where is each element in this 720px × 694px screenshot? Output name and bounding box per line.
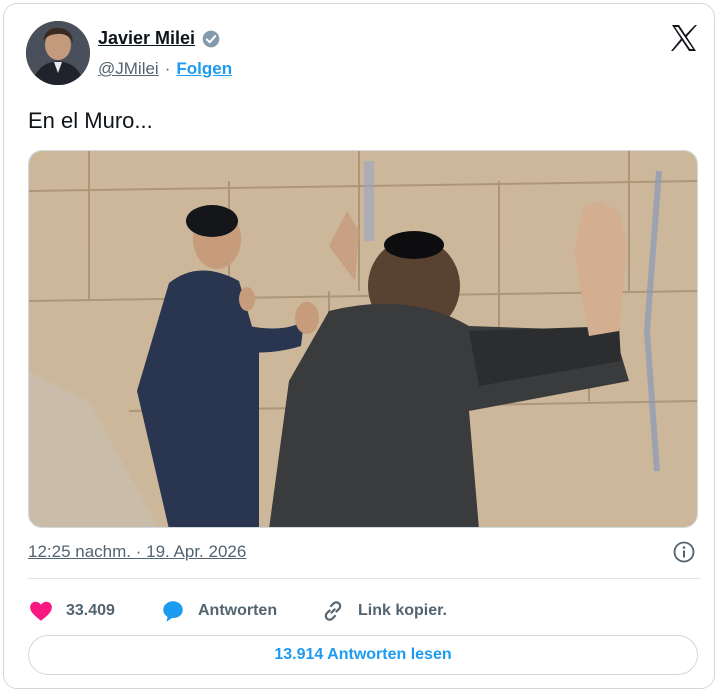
- heart-icon: [30, 601, 52, 621]
- close-x-icon[interactable]: [668, 22, 700, 54]
- reply-button[interactable]: Antworten: [160, 598, 277, 624]
- copy-link-label: Link kopier.: [358, 602, 447, 619]
- read-replies-button[interactable]: 13.914 Antworten lesen: [28, 635, 698, 675]
- avatar[interactable]: [26, 21, 90, 85]
- avatar-image: [26, 21, 90, 85]
- copy-link-button[interactable]: Link kopier.: [320, 598, 447, 624]
- link-icon: [324, 601, 342, 621]
- handle-row: @JMilei · Folgen: [98, 59, 232, 79]
- wall-photo-image: [29, 151, 697, 527]
- verified-badge-icon: [202, 30, 220, 47]
- tweet-card: Javier Milei @JMilei · Folgen En el Muro…: [3, 3, 715, 689]
- divider: [28, 578, 700, 579]
- tweet-timestamp[interactable]: 12:25 nachm. · 19. Apr. 2026: [28, 542, 246, 562]
- like-button[interactable]: 33.409: [28, 598, 115, 624]
- like-count: 33.409: [66, 602, 115, 619]
- reply-label: Antworten: [198, 602, 278, 619]
- tweet-photo[interactable]: [28, 150, 698, 528]
- info-icon[interactable]: [672, 540, 696, 564]
- name-row: Javier Milei: [98, 28, 221, 49]
- handle-separator: ·: [164, 59, 171, 78]
- speech-bubble-icon: [163, 601, 183, 622]
- tweet-text: En el Muro...: [28, 108, 153, 133]
- read-replies-label: 13.914 Antworten lesen: [274, 646, 452, 663]
- display-name[interactable]: Javier Milei: [98, 28, 195, 49]
- follow-button[interactable]: Folgen: [176, 59, 232, 79]
- user-handle[interactable]: @JMilei: [98, 59, 159, 79]
